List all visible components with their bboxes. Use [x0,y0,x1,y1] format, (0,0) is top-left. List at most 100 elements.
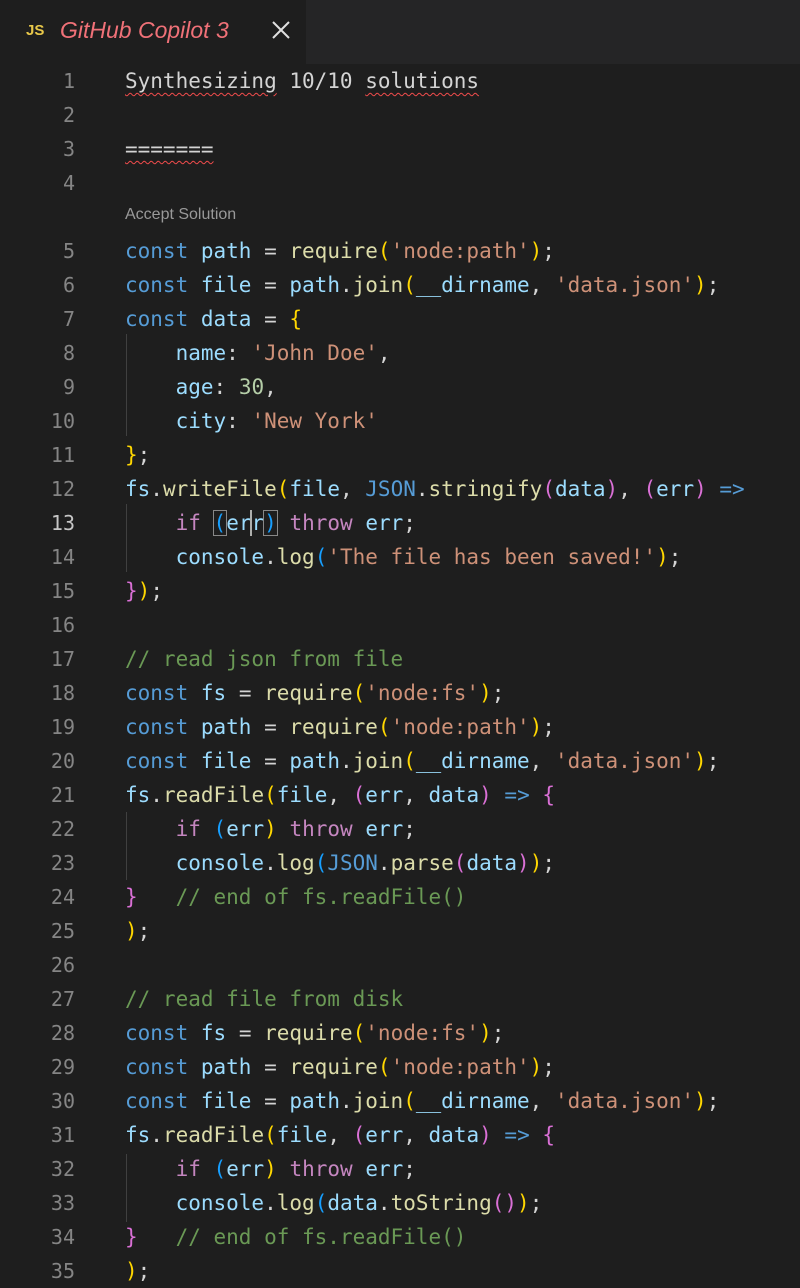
code-line[interactable]: 6 const file = path.join(__dirname, 'data… [0,268,800,302]
code-text: // read file from disk [125,987,404,1011]
code-line[interactable]: 28 const fs = require('node:fs'); [0,1016,800,1050]
line-number: 34 [50,1225,75,1249]
code-line[interactable]: 3 ======= [0,132,800,166]
line-number: 15 [50,579,75,603]
code-text: }; [125,443,151,467]
code-line[interactable]: 8 name: 'John Doe', [0,336,800,370]
code-line[interactable]: 32 if (err) throw err; [0,1152,800,1186]
code-text: console.log(data.toString()); [175,1191,543,1215]
tab-title[interactable]: GitHub Copilot 3 [60,17,229,44]
code-line[interactable]: 17 // read json from file [0,642,800,676]
line-number: 32 [50,1157,75,1181]
code-text: const fs = require('node:fs'); [125,1021,505,1045]
code-text: console.log(JSON.parse(data)); [175,851,555,875]
line-number: 22 [50,817,75,841]
editor-tab[interactable]: JS GitHub Copilot 3 [0,0,306,64]
line-number: 6 [62,273,75,297]
code-text: name: 'John Doe', [175,341,391,365]
code-line[interactable]: 15}); [0,574,800,608]
code-line[interactable]: 2 [0,98,800,132]
code-line[interactable]: 7 const data = { [0,302,800,336]
code-line[interactable]: 12 fs.writeFile(file, JSON.stringify(data… [0,472,800,506]
code-text: }); [125,579,163,603]
code-text: fs.readFile(file, (err, data) => { [125,1123,556,1147]
line-number: 16 [50,613,75,637]
line-number: 5 [62,239,75,263]
code-text: fs.writeFile(file, JSON.stringify(data),… [125,477,745,501]
code-line[interactable]: 31 fs.readFile(file, (err, data) => { [0,1118,800,1152]
line-number: 29 [50,1055,75,1079]
code-text: const file = path.join(__dirname, 'data.… [125,1089,720,1113]
code-text: if (err) throw err; [175,510,416,536]
code-line[interactable]: 4 [0,166,800,200]
line-number: 11 [50,443,75,467]
line-number: 12 [50,477,75,501]
line-number: 7 [62,307,75,331]
code-text: Synthesizing 10/10 solutions [125,69,480,93]
code-text: ); [125,919,151,943]
line-number: 4 [62,171,75,195]
line-number: 24 [50,885,75,909]
code-text: // read json from file [125,647,404,671]
code-text: if (err) throw err; [175,817,416,841]
line-number: 28 [50,1021,75,1045]
line-number: 20 [50,749,75,773]
js-file-icon: JS [26,22,45,39]
line-number: 1 [62,69,75,93]
close-icon[interactable] [270,19,292,41]
code-text: ======= [125,137,214,161]
line-number: 35 [50,1259,75,1283]
line-number: 27 [50,987,75,1011]
code-line[interactable]: 26 [0,948,800,982]
code-text: if (err) throw err; [175,1157,416,1181]
code-line[interactable]: 27 // read file from disk [0,982,800,1016]
code-line[interactable]: 1 Synthesizing 10/10 solutions [0,64,800,98]
code-text: const file = path.join(__dirname, 'data.… [125,749,720,773]
code-line[interactable]: 22 if (err) throw err; [0,812,800,846]
code-text: } // end of fs.readFile() [125,1225,467,1249]
code-line[interactable]: 9 age: 30, [0,370,800,404]
code-line[interactable]: 14 console.log('The file has been saved!… [0,540,800,574]
code-line[interactable]: 5 const path = require('node:path'); [0,234,800,268]
code-line[interactable]: 29 const path = require('node:path'); [0,1050,800,1084]
code-line[interactable]: 19 const path = require('node:path'); [0,710,800,744]
code-line[interactable]: 33 console.log(data.toString()); [0,1186,800,1220]
line-number: 31 [50,1123,75,1147]
code-line[interactable]: 18 const fs = require('node:fs'); [0,676,800,710]
code-editor[interactable]: Accept Solution 1 Synthesizing 10/10 solu… [0,64,800,1288]
code-text: const file = path.join(__dirname, 'data.… [125,273,720,297]
line-number: 17 [50,647,75,671]
code-line[interactable]: 21 fs.readFile(file, (err, data) => { [0,778,800,812]
code-line[interactable]: 25); [0,914,800,948]
accept-solution-codelens[interactable]: Accept Solution [125,206,236,224]
code-line[interactable]: 13 if (err) throw err; [0,506,800,540]
line-number: 3 [62,137,75,161]
code-line[interactable]: 35); [0,1254,800,1288]
code-line[interactable]: 23 console.log(JSON.parse(data)); [0,846,800,880]
code-line[interactable]: 34 } // end of fs.readFile() [0,1220,800,1254]
line-number: 25 [50,919,75,943]
code-text: fs.readFile(file, (err, data) => { [125,783,556,807]
code-line[interactable]: 16 [0,608,800,642]
line-number: 18 [50,681,75,705]
code-text: const fs = require('node:fs'); [125,681,505,705]
code-text: const data = { [125,307,303,331]
code-line[interactable]: 30 const file = path.join(__dirname, 'dat… [0,1084,800,1118]
tab-bar: JS GitHub Copilot 3 [0,0,800,64]
line-number: 13 [50,511,75,535]
text-cursor [250,510,252,536]
line-number: 2 [62,103,75,127]
code-line[interactable]: 11}; [0,438,800,472]
line-number: 8 [62,341,75,365]
line-number: 33 [50,1191,75,1215]
line-number: 23 [50,851,75,875]
code-line[interactable]: 20 const file = path.join(__dirname, 'dat… [0,744,800,778]
code-line[interactable]: 24} // end of fs.readFile() [0,880,800,914]
line-number: 10 [50,409,75,433]
code-text: ); [125,1259,151,1283]
code-line[interactable]: 10 city: 'New York' [0,404,800,438]
code-text: const path = require('node:path'); [125,715,555,739]
code-text: age: 30, [175,375,277,399]
line-number: 14 [50,545,75,569]
code-text: const path = require('node:path'); [125,1055,555,1079]
